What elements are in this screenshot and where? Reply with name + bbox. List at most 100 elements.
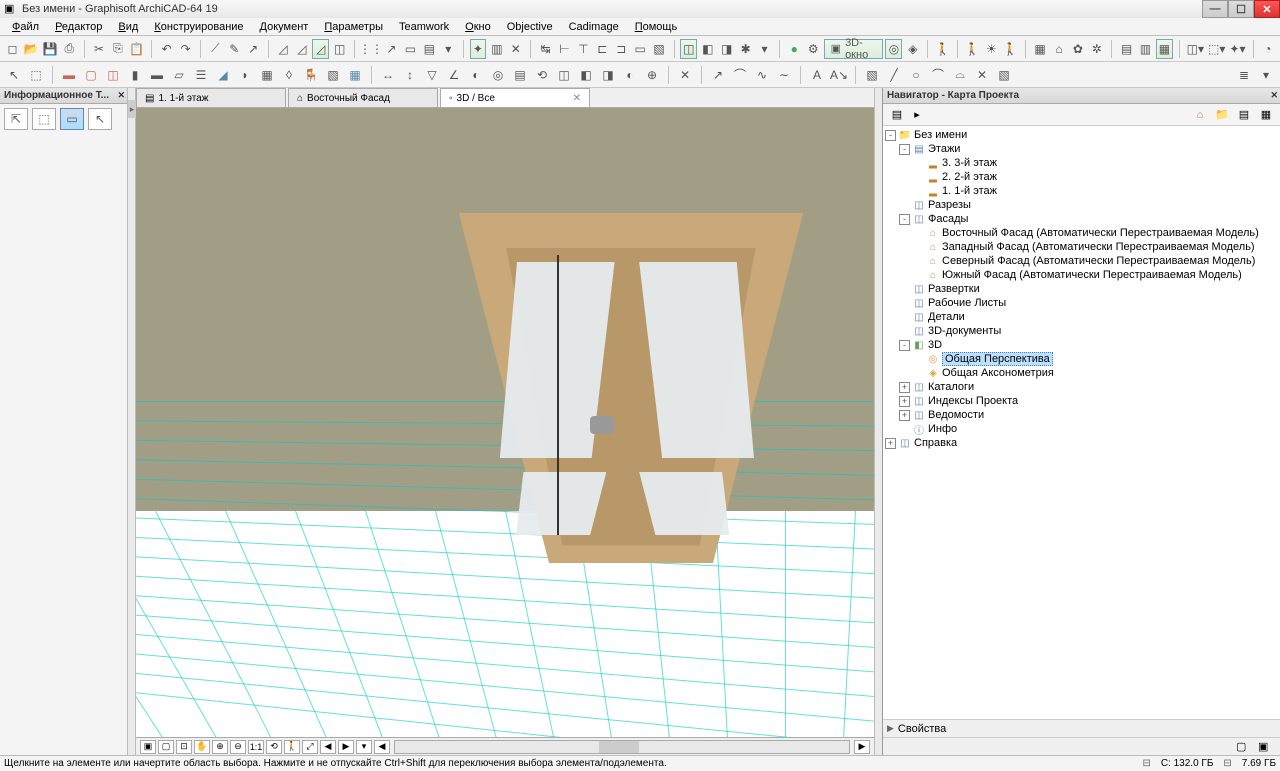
measure-button[interactable]: ↹: [537, 39, 554, 59]
beam-tool[interactable]: ▬: [147, 65, 167, 85]
navigator-close[interactable]: ✕: [1270, 90, 1278, 101]
tree-item[interactable]: ⌂Западный Фасад (Автоматически Перестраи…: [885, 240, 1278, 254]
properties-bar[interactable]: ▶ Свойства: [883, 719, 1280, 737]
roof-tool[interactable]: ◢: [213, 65, 233, 85]
tree-item[interactable]: -◧3D: [885, 338, 1278, 352]
tree-item[interactable]: -◫Фасады: [885, 212, 1278, 226]
show-all-button[interactable]: ◫: [680, 39, 697, 59]
home-icon[interactable]: ⌂: [1050, 39, 1067, 59]
menu-помощь[interactable]: Помощь: [627, 19, 686, 35]
morph-tool[interactable]: ◊: [279, 65, 299, 85]
elev-tool[interactable]: ▽: [422, 65, 442, 85]
worksheet-tool[interactable]: ▤: [510, 65, 530, 85]
menu-конструирование[interactable]: Конструирование: [146, 19, 251, 35]
figure-tool[interactable]: ▧: [994, 65, 1014, 85]
tab-3d-все[interactable]: ◦3D / Все✕: [440, 88, 590, 107]
person2-button[interactable]: 🚶: [1002, 39, 1019, 59]
copy-button[interactable]: ⎘: [110, 39, 127, 59]
tab-восточный-фасад[interactable]: ⌂Восточный Фасад: [288, 88, 438, 107]
panel2-button[interactable]: ▥: [1137, 39, 1154, 59]
dim5-button[interactable]: ▭: [632, 39, 649, 59]
tree-item[interactable]: ⌂Южный Фасад (Автоматически Перестраивае…: [885, 268, 1278, 282]
navigator-tree[interactable]: -📁Без имени-▤Этажи▂3. 3-й этаж▂2. 2-й эт…: [883, 126, 1280, 719]
drop1-button[interactable]: ◫▾: [1186, 39, 1205, 59]
cut-plane-button[interactable]: ✕: [507, 39, 524, 59]
img2[interactable]: ▣: [1258, 740, 1276, 754]
left-splitter[interactable]: ▸: [128, 88, 136, 755]
render-button[interactable]: ●: [786, 39, 803, 59]
dim4-button[interactable]: ⊐: [613, 39, 630, 59]
mesh-tool[interactable]: ▦: [345, 65, 365, 85]
tree-item[interactable]: -📁Без имени: [885, 128, 1278, 142]
3d-viewport[interactable]: [136, 108, 874, 737]
cam-tool[interactable]: ◐: [620, 65, 640, 85]
paste-button[interactable]: 📋: [128, 39, 145, 59]
label-tool[interactable]: A↘: [829, 65, 849, 85]
snap4-button[interactable]: ◫: [331, 39, 348, 59]
column-tool[interactable]: ▮: [125, 65, 145, 85]
angle-tool[interactable]: ∠: [444, 65, 464, 85]
arrow-tool[interactable]: ↖: [4, 65, 24, 85]
dim1-button[interactable]: ⊢: [556, 39, 573, 59]
slab-tool[interactable]: ▱: [169, 65, 189, 85]
orbit[interactable]: ⟲: [266, 740, 282, 754]
tree-expand[interactable]: -: [899, 144, 910, 155]
marquee-tool[interactable]: ⬚: [26, 65, 46, 85]
level-tool[interactable]: ↕: [400, 65, 420, 85]
tree-item[interactable]: ◈Общая Аксонометрия: [885, 366, 1278, 380]
tree-expand[interactable]: +: [885, 438, 896, 449]
eyedropper-button[interactable]: ⟋: [207, 39, 224, 59]
trace-button[interactable]: ◧: [699, 39, 716, 59]
tree-icon[interactable]: ✿: [1069, 39, 1086, 59]
tab-close[interactable]: ✕: [573, 93, 581, 104]
tree-item[interactable]: ▂1. 1-й этаж: [885, 184, 1278, 198]
save-button[interactable]: 💾: [42, 39, 59, 59]
menu-cadimage[interactable]: Cadimage: [561, 19, 627, 35]
zoom-fit[interactable]: ▣: [140, 740, 156, 754]
tree-item[interactable]: +◫Ведомости: [885, 408, 1278, 422]
detail-tool[interactable]: ◎: [488, 65, 508, 85]
list-tool[interactable]: ≣: [1234, 65, 1254, 85]
tree-expand[interactable]: -: [885, 130, 896, 141]
ie-tool[interactable]: ◨: [598, 65, 618, 85]
text-tool[interactable]: A: [807, 65, 827, 85]
zoom-100[interactable]: 1:1: [248, 740, 264, 754]
change-tool[interactable]: ⟲: [532, 65, 552, 85]
menu-параметры[interactable]: Параметры: [316, 19, 391, 35]
scroll-right[interactable]: ▶: [854, 740, 870, 754]
dim3-button[interactable]: ⊏: [594, 39, 611, 59]
elev-mark-tool[interactable]: ◧: [576, 65, 596, 85]
tree-expand[interactable]: +: [899, 382, 910, 393]
walk-nav[interactable]: 🚶: [284, 740, 300, 754]
snap2-button[interactable]: ◿: [293, 39, 310, 59]
nav-dd[interactable]: ▸: [907, 106, 927, 124]
tree-item[interactable]: ⓘИнфо: [885, 422, 1278, 436]
tree-expand[interactable]: +: [899, 396, 910, 407]
lamp-tool[interactable]: ✕: [675, 65, 695, 85]
tree-expand[interactable]: -: [899, 214, 910, 225]
menu-вид[interactable]: Вид: [110, 19, 146, 35]
coord-tool[interactable]: ⊕: [642, 65, 662, 85]
line-tool3[interactable]: ╱: [884, 65, 904, 85]
menu-редактор[interactable]: Редактор: [47, 19, 110, 35]
nav-publisher[interactable]: ▦: [1256, 106, 1276, 124]
drop2-button[interactable]: ⬚▾: [1207, 39, 1226, 59]
tree-item[interactable]: +◫Индексы Проекта: [885, 394, 1278, 408]
nav-map[interactable]: ▤: [887, 106, 907, 124]
menu-файл[interactable]: Файл: [4, 19, 47, 35]
3d-window-button[interactable]: ▣ 3D-окно: [824, 39, 884, 59]
onion-button[interactable]: ◨: [718, 39, 735, 59]
circle-tool[interactable]: ○: [906, 65, 926, 85]
img1[interactable]: ▢: [1236, 740, 1254, 754]
drawing-tool[interactable]: ⌓: [950, 65, 970, 85]
menu-objective[interactable]: Objective: [499, 19, 561, 35]
grid-snap-button[interactable]: ⋮⋮: [361, 39, 381, 59]
opts-button[interactable]: ▾: [756, 39, 773, 59]
panel1-button[interactable]: ▤: [1118, 39, 1135, 59]
wall-tool[interactable]: ▬: [59, 65, 79, 85]
extra1-button[interactable]: ▦: [1032, 39, 1049, 59]
tree-item[interactable]: +◫Каталоги: [885, 380, 1278, 394]
axo-button[interactable]: ◈: [904, 39, 921, 59]
pan[interactable]: ✋: [194, 740, 210, 754]
tree-item[interactable]: ◫Разрезы: [885, 198, 1278, 212]
